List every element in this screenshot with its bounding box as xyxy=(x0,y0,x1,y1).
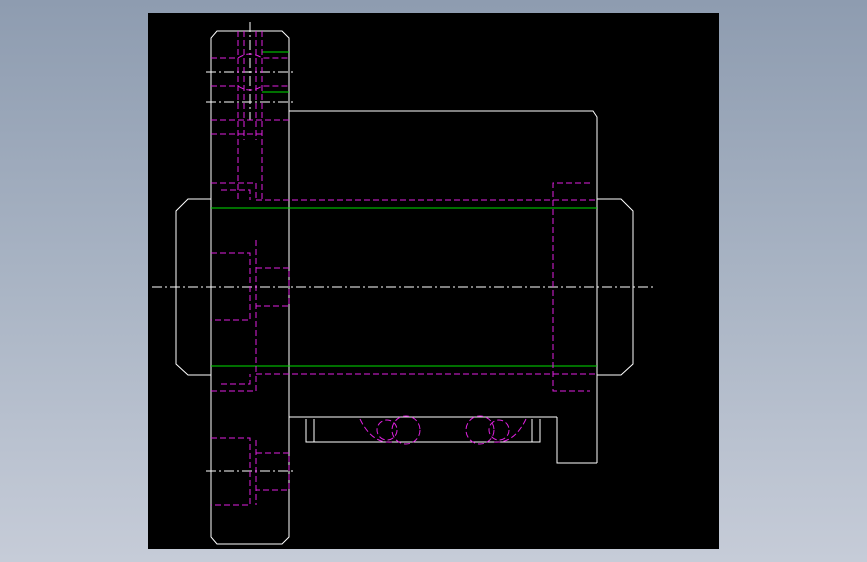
flange-step-lower xyxy=(211,374,257,392)
thread-lines xyxy=(211,51,597,367)
ball-return-circle-2 xyxy=(391,415,421,445)
lower-step-tab xyxy=(556,417,597,464)
flange-step-lower-2 xyxy=(221,374,251,385)
ball-return-circle-4 xyxy=(488,419,510,441)
ballscrew-nut-drawing xyxy=(152,22,656,545)
center-lines xyxy=(152,22,656,472)
flange-step-upper-2 xyxy=(221,189,251,200)
flange-step-upper xyxy=(211,182,257,200)
ball-return-circle-3 xyxy=(465,415,495,445)
return-tube-arc-right xyxy=(493,418,527,443)
return-tube-arc-left xyxy=(359,418,393,443)
